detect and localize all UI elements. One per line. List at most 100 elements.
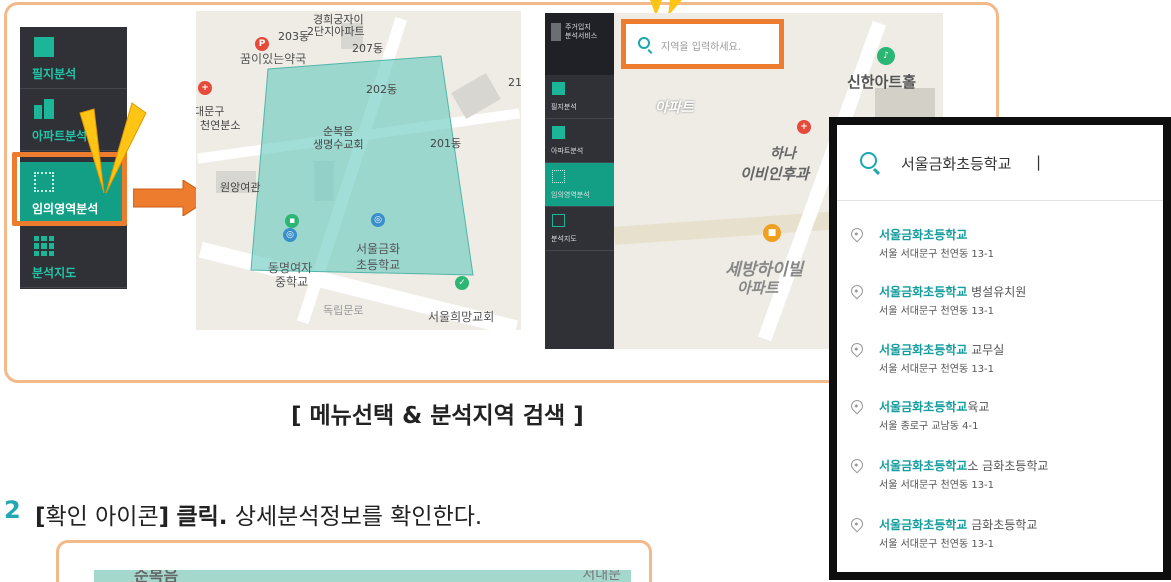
location-pin-icon [848,225,866,243]
figure-caption: [ 메뉴선택 & 분석지역 검색 ] [291,403,584,429]
location-pin-icon [848,456,866,474]
map-label: 생명수교회 [313,138,364,151]
search-input[interactable]: 지역을 입력하세요. [621,19,784,69]
map-label: 순복음 [134,570,179,582]
school-pin-icon[interactable]: ◎ [371,213,385,227]
result-rest: 교무실 [967,343,1005,357]
result-rest: 육교 [967,400,990,414]
result-match: 서울금화초등학교 [879,400,968,414]
list-item[interactable]: 서울금화초등학교 교무실 서울 서대문구 천연동 13-1 [837,340,1163,401]
result-address: 서울 종로구 교남동 4-1 [879,421,979,432]
list-item[interactable]: 서울금화초등학교육교 서울 종로구 교남동 4-1 [837,397,1163,458]
result-rest: 병설유치원 [967,285,1027,299]
result-match: 서울금화초등학교 [879,459,968,473]
sidebar-item-analysis-map[interactable]: 분석지도 [20,226,127,288]
map-label: 207동 [352,42,384,55]
map-label: 꿈이있는약국 [240,52,307,66]
search-query: 서울금화초등학교 [901,155,1012,173]
sidebar-item-label: 임의영역분석 [551,191,590,199]
sidebar-item-parcel-analysis[interactable]: 필지분석 [20,27,127,89]
brand-line: 주거입지 [565,23,591,31]
map-label: 201동 [430,137,462,150]
result-address: 서울 서대문구 천연동 13-1 [879,249,995,260]
map-label: 초등학교 [356,258,401,272]
step-number: 2 [4,496,21,524]
map-label: 아파트 [655,100,694,116]
grid-map-icon [34,236,54,256]
search-input[interactable]: 서울금화초등학교 | [837,125,1163,201]
map-label: 중학교 [275,275,309,289]
map-label: 서울희망교회 [428,310,495,324]
result-match: 서울금화초등학교 [879,518,968,532]
sidebar-item-label: 필지분석 [551,103,577,111]
sidebar-item-label: 분석지도 [32,266,77,280]
map-label: 21 [508,76,521,89]
map-label: 서대문 [582,570,621,582]
map-label: 2단지아파트 [307,25,365,38]
text-cursor: | [1036,153,1042,171]
search-results-panel: 서울금화초등학교 | 서울금화초등학교 서울 서대문구 천연동 13-1 서울금화… [829,117,1171,580]
result-address: 서울 서대문구 천연동 13-1 [879,480,995,491]
map-label: 202동 [366,83,398,96]
apartment-pin-icon[interactable]: ■ [763,224,781,242]
result-title: 서울금화초등학교 교무실 [879,341,1004,358]
result-title: 서울금화초등학교소 금화초등학교 [879,457,1048,474]
pharmacy-pin-icon[interactable]: P [255,37,269,51]
grid-map-icon [552,214,565,227]
bracket: ] [158,504,170,530]
map-label: 서울금화 [356,242,401,256]
school-pin-icon[interactable]: ◎ [283,228,297,242]
logo-icon [551,23,561,41]
step-description: 상세분석정보를 확인한다. [234,504,483,530]
location-pin-icon [848,397,866,415]
list-item[interactable]: 서울금화초등학교 금화초등학교 서울 서대문구 천연동 13-1 [837,515,1163,576]
result-match: 서울금화초등학교 [879,343,968,357]
map-label: 하나 [770,146,796,162]
sidebar-item-analysis-map[interactable]: 분석지도 [545,207,614,251]
map-label: 이비인후과 [740,165,810,183]
map-label: 신한아트홀 [847,73,917,91]
result-match: 서울금화초등학교 [879,285,968,299]
sidebar-item-area-analysis[interactable]: 임의영역분석 [545,163,614,207]
theater-pin-icon[interactable]: ♪ [877,47,895,65]
bracket: [ [35,504,46,530]
result-address: 서울 서대문구 천연동 13-1 [879,306,995,317]
result-title: 서울금화초등학교 [879,226,967,243]
building-icon [34,99,54,119]
search-placeholder: 지역을 입력하세요. [661,42,741,53]
location-pin-icon [848,340,866,358]
result-title: 서울금화초등학교 금화초등학교 [879,516,1037,533]
list-item[interactable]: 서울금화초등학교소 금화초등학교 서울 서대문구 천연동 13-1 [837,456,1163,517]
brand: 주거입지 분석서비스 [545,13,614,75]
result-address: 서울 서대문구 천연동 13-1 [879,364,995,375]
step-instruction: [확인 아이콘] 클릭. 상세분석정보를 확인한다. [35,497,482,531]
sidebar-compact: 주거입지 분석서비스 필지분석 아파트분석 임의영역분석 분석지도 [545,13,614,349]
list-item[interactable]: 서울금화초등학교 병설유치원 서울 서대문구 천연동 13-1 [837,282,1163,343]
sidebar-item-parcel-analysis[interactable]: 필지분석 [545,75,614,119]
map-label: 독립문로 [323,304,364,317]
map-label: 203동 [278,30,310,43]
location-pin-icon [848,282,866,300]
search-icon [638,37,650,49]
hospital-pin-icon[interactable]: + [198,81,212,95]
list-item[interactable]: 서울금화초등학교 서울 서대문구 천연동 13-1 [837,225,1163,286]
result-rest: 소 금화초등학교 [967,459,1049,473]
result-address: 서울 서대문구 천연동 13-1 [879,539,995,550]
building-pin-icon[interactable]: ▪ [285,214,299,228]
confirm-check-icon[interactable]: ✓ [455,276,469,290]
search-icon [860,152,877,169]
map-preview: 순복음 서대문 [94,570,631,582]
map-view[interactable]: 경희궁자이 2단지아파트 203동 207동 꿈이있는약국 202동 대문구 천… [196,11,521,330]
map-label: 아파트 [737,279,779,297]
clinic-pin-icon[interactable]: + [797,120,811,134]
result-match: 서울금화초등학교 [879,228,968,242]
sidebar-item-label: 아파트분석 [551,147,584,155]
result-title: 서울금화초등학교 병설유치원 [879,283,1026,300]
step-icon-label: 확인 아이콘 [45,504,159,530]
sidebar-item-label: 분석지도 [551,235,577,243]
brand-line: 분석서비스 [565,32,598,40]
layers-icon [34,37,54,57]
sidebar-item-apartment-analysis[interactable]: 아파트분석 [545,119,614,163]
building-icon [552,126,565,139]
dotted-area-icon [552,170,565,183]
